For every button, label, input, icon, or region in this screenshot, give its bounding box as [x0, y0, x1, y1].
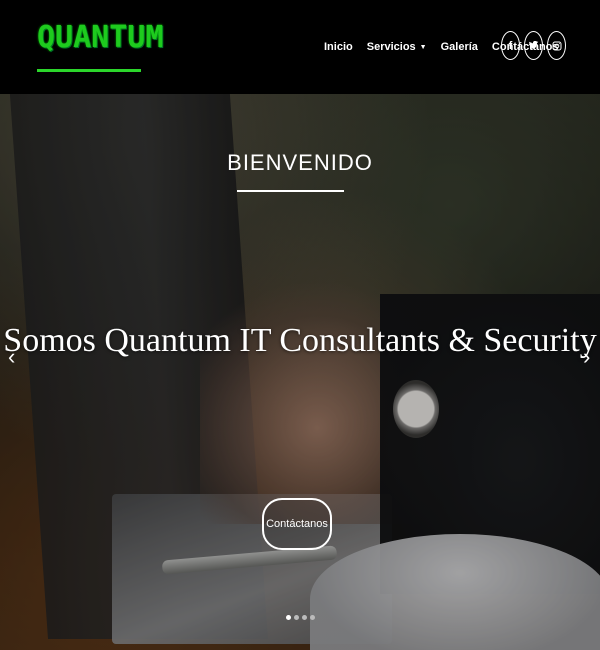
logo-text: QUANTUM: [37, 20, 164, 55]
slider-dot-1[interactable]: [286, 615, 291, 620]
contact-cta-button[interactable]: Contáctanos: [262, 498, 332, 550]
slider-dots: [286, 615, 318, 620]
instagram-icon[interactable]: [547, 31, 566, 60]
twitter-icon[interactable]: [524, 31, 543, 60]
hero-slider: BIENVENIDO Somos Quantum IT Consultants …: [0, 94, 600, 650]
logo-underline: [37, 69, 141, 72]
slider-dot-3[interactable]: [302, 615, 307, 620]
welcome-heading: BIENVENIDO: [227, 150, 373, 175]
nav-item-label: Inicio: [324, 41, 353, 53]
quantum-logo[interactable]: QUANTUM: [37, 14, 163, 74]
slider-dot-2[interactable]: [294, 615, 299, 620]
social-links: f: [501, 31, 570, 60]
welcome-underline: [237, 190, 344, 192]
nav-item-label: Servicios: [366, 41, 416, 53]
nav-item-label: Galería: [440, 41, 478, 53]
slider-next-arrow[interactable]: ›: [583, 344, 590, 370]
hero-overlay: [0, 94, 600, 650]
nav-item-inicio[interactable]: Inicio: [324, 38, 353, 56]
chevron-down-icon: ▼: [419, 43, 427, 51]
slider-prev-arrow[interactable]: ‹: [8, 344, 15, 370]
hero-headline: Somos Quantum IT Consultants & Security: [3, 322, 597, 359]
nav-item-galeria[interactable]: Galería: [441, 38, 478, 56]
slider-dot-4[interactable]: [310, 615, 315, 620]
site-header: QUANTUM Inicio Servicios ▼ Galería Contác…: [0, 0, 600, 94]
nav-item-servicios[interactable]: Servicios ▼: [367, 38, 427, 56]
facebook-icon[interactable]: f: [501, 31, 520, 60]
